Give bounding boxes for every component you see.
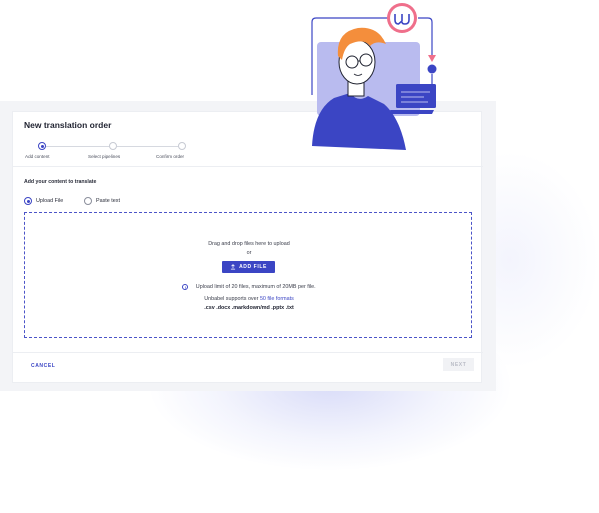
section-label: Add your content to translate [24, 179, 97, 185]
add-file-button[interactable]: ADD FILE [222, 261, 275, 273]
paste-text-radio[interactable] [84, 197, 92, 205]
step-connector [46, 145, 109, 147]
laptop-base [390, 110, 434, 114]
supports-prefix: Unbabel supports over [204, 296, 260, 302]
pink-arrow-icon [428, 55, 436, 62]
add-file-label: ADD FILE [239, 264, 267, 270]
upload-file-label[interactable]: Upload File [36, 198, 63, 204]
file-drop-zone[interactable]: Drag and drop files here to upload or AD… [24, 212, 472, 338]
file-formats-link[interactable]: 50 file formats [260, 296, 294, 302]
info-icon: ! [182, 283, 189, 290]
person-with-laptop-illustration [311, 3, 437, 150]
step-dot-select-pipelines[interactable] [109, 142, 117, 150]
step-label-add-content: Add content [25, 154, 50, 159]
footer-divider [13, 352, 483, 353]
step-label-confirm-order: Confirm order [156, 154, 185, 159]
upload-icon [230, 264, 236, 270]
file-formats-list: .csv .docx .markdown/md .pptx .txt [204, 305, 294, 311]
or-text: or [246, 250, 252, 256]
node-dot [427, 64, 437, 74]
header-divider [13, 166, 483, 167]
cancel-button[interactable]: CANCEL [31, 363, 55, 369]
step-dot-confirm-order[interactable] [178, 142, 186, 150]
laptop-screen [396, 84, 436, 108]
step-connector [117, 145, 178, 147]
dialog-title: New translation order [24, 120, 112, 130]
drag-drop-text: Drag and drop files here to upload [208, 241, 290, 247]
connector-line [418, 17, 433, 58]
upload-limit-text: Upload limit of 20 files, maximum of 20M… [195, 283, 316, 290]
supported-formats-row: Unbabel supports over 50 file formats [25, 296, 473, 302]
next-button[interactable]: NEXT [443, 358, 474, 371]
upload-limit-row: ! Upload limit of 20 files, maximum of 2… [25, 278, 473, 296]
page: New translation order Add content Select… [0, 0, 599, 513]
paste-text-label[interactable]: Paste text [96, 198, 120, 204]
step-label-select-pipelines: Select pipelines [88, 154, 121, 159]
upload-file-radio[interactable] [24, 197, 32, 205]
step-dot-add-content[interactable] [38, 142, 46, 150]
